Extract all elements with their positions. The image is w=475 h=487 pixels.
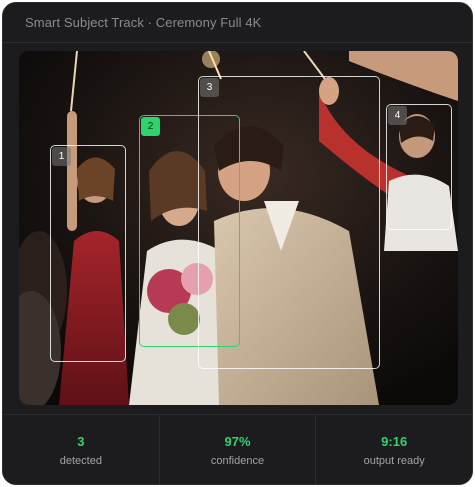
subject-box-label: 3: [200, 78, 219, 97]
card-title: Smart Subject Track · Ceremony Full 4K: [25, 15, 262, 30]
stats-bar: 3 detected 97% confidence 9:16 output re…: [3, 414, 472, 484]
tracking-card: Smart Subject Track · Ceremony Full 4K 1…: [2, 2, 473, 485]
card-header: Smart Subject Track · Ceremony Full 4K: [3, 3, 472, 43]
stat-label: output ready: [363, 455, 425, 467]
subject-box-label: 2: [141, 117, 160, 136]
stat-label: detected: [59, 455, 102, 467]
subject-box-3[interactable]: 3: [198, 76, 380, 369]
subject-box-label: 4: [388, 106, 407, 125]
subject-box-1[interactable]: 1: [50, 145, 126, 362]
ceremony-photo[interactable]: 1 2 3 4: [19, 51, 458, 405]
stat-confidence: 97% confidence: [160, 415, 317, 484]
stat-value: 9:16: [381, 434, 408, 449]
stat-output: 9:16 output ready: [316, 415, 472, 484]
stat-label: confidence: [210, 455, 265, 467]
stat-value: 3: [77, 434, 85, 449]
stat-value: 97%: [224, 434, 251, 449]
stat-detected: 3 detected: [3, 415, 160, 484]
subject-box-4[interactable]: 4: [386, 104, 452, 230]
subject-box-label: 1: [52, 147, 71, 166]
